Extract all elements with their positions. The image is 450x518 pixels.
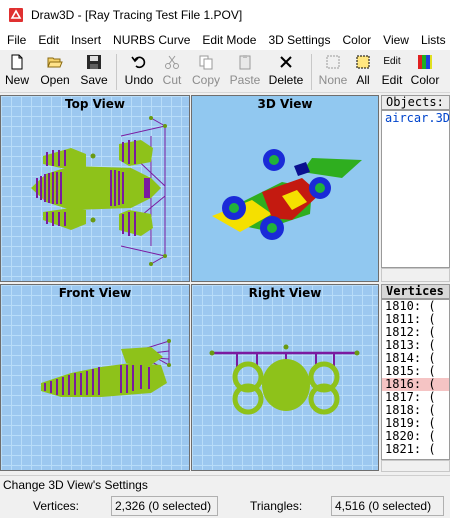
triangles-count-label: Triangles: xyxy=(250,499,303,513)
select-none-icon xyxy=(326,55,340,69)
front-view-mesh xyxy=(41,339,171,397)
toolbar: New Open Save Undo Cut Copy Paste Delete… xyxy=(0,51,450,93)
top-view[interactable]: Top View xyxy=(0,95,190,282)
menu-file[interactable]: File xyxy=(0,33,31,47)
scissors-icon xyxy=(165,55,179,69)
edit-icon: Edit xyxy=(383,56,401,67)
title-bar: Draw3D - [Ray Tracing Test File 1.POV] xyxy=(0,0,450,30)
3d-view-title: 3D View xyxy=(257,97,313,111)
menu-color[interactable]: Color xyxy=(335,33,376,47)
status-bar: Vertices: 2,326 (0 selected) Triangles: … xyxy=(0,495,450,518)
menu-insert[interactable]: Insert xyxy=(64,33,106,47)
top-view-mesh xyxy=(31,116,167,266)
front-view-title: Front View xyxy=(58,286,132,300)
menu-lists[interactable]: Lists xyxy=(414,33,450,47)
cut-button[interactable]: Cut xyxy=(157,51,187,91)
new-file-icon xyxy=(11,54,23,70)
window-title: Draw3D - [Ray Tracing Test File 1.POV] xyxy=(31,8,243,22)
copy-button[interactable]: Copy xyxy=(187,51,225,91)
save-button[interactable]: Save xyxy=(76,51,112,91)
vertex-row[interactable]: 1821: ( xyxy=(382,443,449,456)
toolbar-separator xyxy=(311,54,312,90)
select-none-button[interactable]: None xyxy=(316,51,350,91)
menu-bar: File Edit Insert NURBS Curve Edit Mode 3… xyxy=(0,30,450,50)
select-all-button[interactable]: All xyxy=(350,51,376,91)
menu-edit[interactable]: Edit xyxy=(31,33,64,47)
objects-panel-header: Objects: xyxy=(381,95,450,110)
paste-button[interactable]: Paste xyxy=(225,51,265,91)
triangles-count-value: 4,516 (0 selected) xyxy=(331,496,444,516)
open-button[interactable]: Open xyxy=(34,51,76,91)
right-view-title: Right View xyxy=(248,286,322,300)
menu-nurbs-curve[interactable]: NURBS Curve xyxy=(106,33,195,47)
undo-button[interactable]: Undo xyxy=(121,51,157,91)
clipboard-icon xyxy=(239,55,251,70)
copy-icon xyxy=(199,55,213,70)
3d-car-render xyxy=(212,149,362,240)
menu-edit-mode[interactable]: Edit Mode xyxy=(195,33,261,47)
toolbar-separator xyxy=(116,54,117,90)
front-view[interactable]: Front View xyxy=(0,284,190,471)
status-message: Change 3D View's Settings xyxy=(0,475,450,493)
new-button[interactable]: New xyxy=(0,51,34,91)
objects-list[interactable]: aircar.3D xyxy=(381,110,450,268)
open-folder-icon xyxy=(47,57,63,68)
delete-button[interactable]: Delete xyxy=(265,51,307,91)
right-view[interactable]: Right View xyxy=(191,284,379,471)
undo-arrow-icon xyxy=(131,56,146,69)
right-view-mesh xyxy=(209,344,360,415)
menu-3d-settings[interactable]: 3D Settings xyxy=(261,33,335,47)
color-button[interactable]: Color xyxy=(408,51,442,91)
top-view-title: Top View xyxy=(64,97,126,111)
vertices-count-value: 2,326 (0 selected) xyxy=(111,496,218,516)
select-all-icon xyxy=(356,55,370,69)
vertices-panel-header: Vertices xyxy=(381,284,450,299)
vertices-scrollbar[interactable] xyxy=(381,460,450,472)
vertices-list[interactable]: 1810: ( 1811: ( 1812: ( 1813: ( 1814: ( … xyxy=(381,299,450,460)
object-item-aircar[interactable]: aircar.3D xyxy=(382,111,449,125)
floppy-disk-icon xyxy=(87,55,101,69)
vertices-count-label: Vertices: xyxy=(33,499,80,513)
edit-button[interactable]: Edit Edit xyxy=(376,51,408,91)
color-palette-icon xyxy=(418,55,432,69)
delete-x-icon xyxy=(280,56,292,68)
menu-view[interactable]: View xyxy=(376,33,414,47)
3d-view[interactable]: 3D View xyxy=(191,95,379,282)
app-icon xyxy=(9,8,23,22)
objects-scrollbar[interactable] xyxy=(381,268,450,282)
